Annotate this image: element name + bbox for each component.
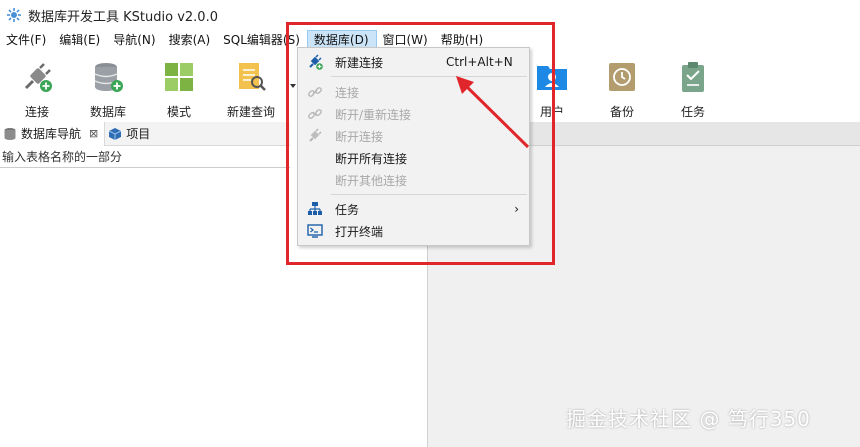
backup-button[interactable]: 备份: [586, 58, 658, 119]
connect-label: 连接: [24, 105, 49, 119]
tab-project[interactable]: 项目: [105, 122, 156, 146]
backup-label: 备份: [609, 105, 634, 119]
menu-navigate[interactable]: 导航(N): [107, 30, 162, 50]
menu-search[interactable]: 搜索(A): [163, 30, 218, 50]
window-title: 数据库开发工具 KStudio v2.0.0: [28, 9, 218, 25]
annotation-arrow-icon: [456, 76, 530, 149]
database-label: 数据库: [89, 105, 126, 119]
db-navigator-icon: [4, 127, 16, 140]
connect-button[interactable]: 连接: [1, 58, 73, 119]
menu-file[interactable]: 文件(F): [0, 30, 53, 50]
plug-icon: [24, 63, 52, 92]
menu-edit[interactable]: 编辑(E): [53, 30, 107, 50]
database-icon: [94, 63, 123, 92]
task-label: 任务: [680, 105, 705, 119]
project-cube-icon: [109, 127, 122, 140]
app-logo-icon: [7, 8, 21, 22]
close-icon[interactable]: ⊠: [89, 127, 98, 140]
table-search-input[interactable]: 输入表格名称的一部分: [0, 146, 290, 168]
tab-project-label: 项目: [126, 127, 151, 141]
schema-label: 模式: [166, 105, 191, 119]
task-button[interactable]: 任务: [657, 58, 729, 119]
query-search-icon: [239, 63, 266, 91]
new-query-label: 新建查询: [226, 105, 275, 119]
schema-grid-icon: [165, 63, 193, 91]
schema-button[interactable]: 模式: [143, 58, 215, 119]
left-pane: 数据库导航 ⊠ 项目 输入表格名称的一部分: [0, 121, 290, 447]
tab-db-navigator-label: 数据库导航: [21, 127, 82, 141]
watermark-text: 掘金技术社区 @ 笃行350: [566, 407, 811, 431]
backup-clock-icon: [609, 63, 635, 91]
left-tabs: 数据库导航 ⊠ 项目: [0, 121, 290, 146]
tab-db-navigator[interactable]: 数据库导航 ⊠: [0, 121, 106, 146]
new-query-button[interactable]: 新建查询: [215, 58, 287, 119]
clipboard-task-icon: [682, 62, 704, 92]
database-button[interactable]: 数据库: [72, 58, 144, 119]
